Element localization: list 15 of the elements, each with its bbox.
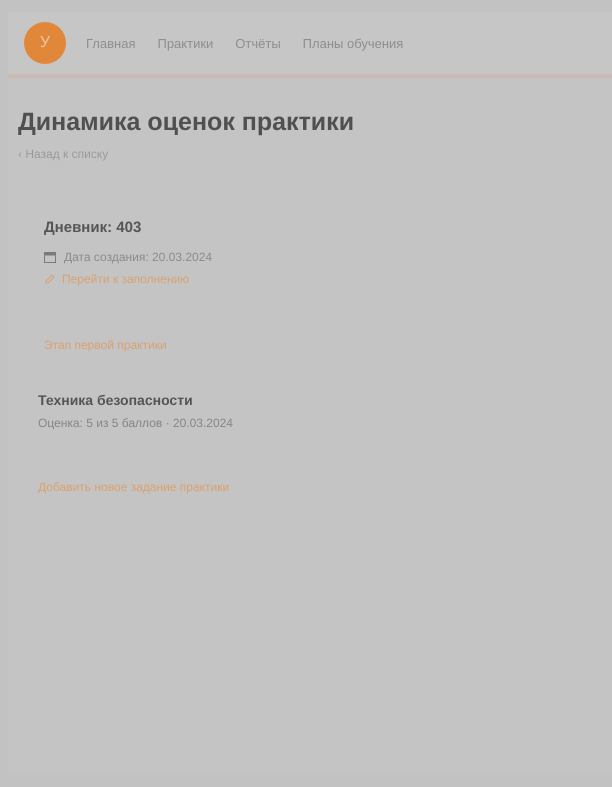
creation-date: Дата создания: 20.03.2024 [64, 250, 212, 264]
pencil-icon [44, 273, 56, 285]
diary-title: Дневник: 403 [44, 219, 142, 236]
user-avatar[interactable]: У [24, 22, 66, 64]
edit-link[interactable]: Перейти к заполнению [44, 272, 602, 286]
nav-link[interactable]: Практики [155, 32, 216, 54]
nav-link[interactable]: Главная [84, 32, 138, 54]
add-task-link[interactable]: Добавить новое задание практики [38, 480, 602, 494]
task-meta: Оценка: 5 из 5 баллов · 20.03.2024 [38, 416, 234, 430]
task-title: Техника безопасности [38, 392, 194, 408]
stage-link[interactable]: Этап первой практики [44, 338, 602, 352]
page-title: Динамика оценок практики [18, 108, 356, 137]
calendar-icon [44, 251, 56, 263]
nav-link[interactable]: Планы обучения [300, 32, 406, 54]
nav-link[interactable]: Отчёты [233, 32, 283, 54]
